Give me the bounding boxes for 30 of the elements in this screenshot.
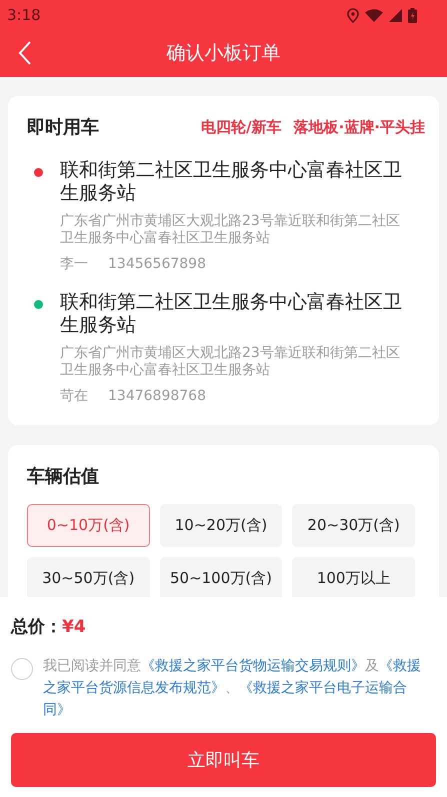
valuation-option[interactable]: 30~50万(含) [27,557,150,597]
valuation-option[interactable]: 100万以上 [292,557,415,597]
order-type: 即时用车 [27,116,99,140]
place-address: 广东省广州市黄埔区大观北路23号靠近联和街第二社区卫生服务中心富春社区卫生服务站 [60,345,401,379]
total-price: ¥4 [62,616,86,639]
agreement-text: 我已阅读并同意《救援之家平台货物运输交易规则》及《救援之家平台货源信息发布规范》、《救援之家平台电子运输合同》 [43,656,422,720]
back-icon [18,41,32,65]
valuation-option[interactable]: 0~10万(含) [27,504,150,547]
contact-name: 李一 [60,255,88,273]
valuation-option[interactable]: 20~30万(含) [292,504,415,547]
valuation-option[interactable]: 10~20万(含) [160,504,282,547]
location-icon [347,8,359,22]
vehicle-tag: 落地板·蓝牌·平头挂 [294,116,425,139]
page-title: 确认小板订单 [166,41,280,66]
section-title: 车辆估值 [27,465,100,489]
contact-phone: 13476898768 [108,387,206,405]
call-car-button[interactable]: 立即叫车 [11,733,436,787]
wifi-icon [365,8,383,22]
contact-name: 苛在 [60,387,88,405]
signal-icon [389,8,402,22]
valuation-option[interactable]: 50~100万(含) [160,557,282,597]
total-label: 总价： [11,616,62,639]
status-time: 3:18 [7,4,41,26]
place-name: 联和街第二社区卫生服务中心富春社区卫生服务站 [60,291,403,337]
place-address: 广东省广州市黄埔区大观北路23号靠近联和街第二社区卫生服务中心富春社区卫生服务站 [60,213,401,247]
agree-checkbox[interactable] [11,658,33,680]
battery-icon [408,8,417,22]
vehicle-tag: 电四轮/新车 [201,116,282,139]
contact-phone: 13456567898 [108,255,206,273]
place-name: 联和街第二社区卫生服务中心富春社区卫生服务站 [60,159,403,205]
